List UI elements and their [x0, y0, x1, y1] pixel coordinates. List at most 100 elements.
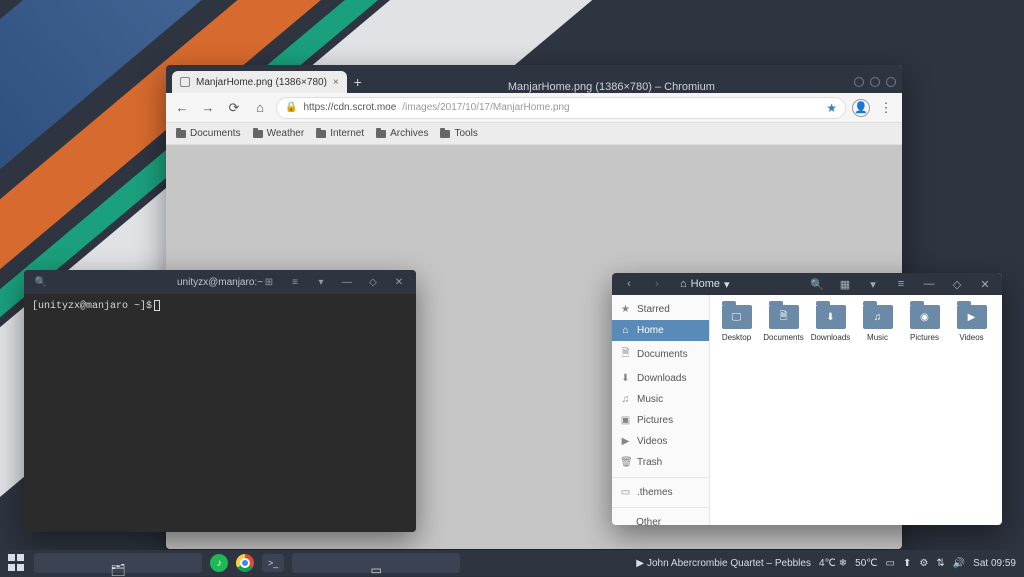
trash-icon: 🗑	[620, 457, 631, 468]
window-title: ManjarHome.png (1386×780) – Chromium	[369, 81, 854, 93]
folder-item[interactable]: ♫Music	[855, 305, 900, 342]
sidebar-separator	[612, 477, 709, 478]
close-button[interactable]: ✕	[388, 271, 410, 293]
task-terminal[interactable]: >_	[262, 554, 284, 572]
terminal-body[interactable]: [unityzx@manjaro ~]$	[24, 294, 416, 532]
tray-network-icon[interactable]: ⇅	[936, 558, 944, 569]
hamburger-icon[interactable]: ≡	[890, 273, 912, 295]
sidebar-item-trash[interactable]: 🗑Trash	[612, 452, 709, 473]
menu-icon[interactable]: ≡	[284, 271, 306, 293]
maximize-button[interactable]: ◇	[946, 273, 968, 295]
download-icon: ⬇	[620, 373, 631, 384]
back-button[interactable]: ‹	[618, 273, 640, 295]
close-button[interactable]: ✕	[974, 273, 996, 295]
folder-item[interactable]: ▶Videos	[949, 305, 994, 342]
search-icon[interactable]: 🔍	[806, 273, 828, 295]
folder-item[interactable]: 🗎Documents	[761, 305, 806, 342]
sidebar-item-starred[interactable]: ★Starred	[612, 299, 709, 320]
bookmark-folder[interactable]: Tools	[440, 128, 477, 139]
terminal-titlebar: 🔍 unityzx@manjaro:~ ⊞ ≡ ▾ — ◇ ✕	[24, 270, 416, 294]
file-grid[interactable]: 🖵Desktop 🗎Documents ⬇Downloads ♫Music ◉P…	[710, 295, 1002, 525]
terminal-window: 🔍 unityzx@manjaro:~ ⊞ ≡ ▾ — ◇ ✕ [unityzx…	[24, 270, 416, 532]
folder-icon	[376, 130, 386, 138]
minimize-button[interactable]	[854, 77, 864, 87]
sidebar-item-themes[interactable]: ▭.themes	[612, 482, 709, 503]
cpu-temp[interactable]: 50℃	[855, 558, 877, 569]
browser-toolbar: ← → ⟳ ⌂ 🔒 https://cdn.scrot.moe/images/2…	[166, 93, 902, 123]
play-icon: ▶	[636, 558, 644, 569]
plus-icon: +	[620, 523, 630, 526]
profile-button[interactable]: 👤	[852, 99, 870, 117]
menu-button[interactable]: ⋮	[876, 98, 896, 118]
location-label: Home	[691, 278, 720, 290]
close-tab-button[interactable]: ×	[333, 77, 339, 88]
new-tab-button[interactable]: +	[347, 71, 369, 93]
sidebar-item-music[interactable]: ♫Music	[612, 389, 709, 410]
taskbar-panel: 🗂 ♪ >_ ▭ ▶John Abercrombie Quartet – Peb…	[0, 550, 1024, 576]
task-file-manager[interactable]: 🗂	[34, 553, 202, 573]
home-button[interactable]: ⌂	[250, 98, 270, 118]
forward-button[interactable]: →	[198, 98, 218, 118]
sidebar-item-pictures[interactable]: ▣Pictures	[612, 410, 709, 431]
minimize-button[interactable]: —	[918, 273, 940, 295]
sidebar-item-home[interactable]: ⌂Home	[612, 320, 709, 341]
minimize-button[interactable]: —	[336, 271, 358, 293]
bookmark-folder[interactable]: Internet	[316, 128, 364, 139]
reload-button[interactable]: ⟳	[224, 98, 244, 118]
tray-layout-icon[interactable]: ▭	[886, 558, 895, 569]
folder-icon: ♫	[863, 305, 893, 329]
address-bar[interactable]: 🔒 https://cdn.scrot.moe/images/2017/10/1…	[276, 97, 846, 119]
bookmark-folder[interactable]: Documents	[176, 128, 241, 139]
close-button[interactable]	[886, 77, 896, 87]
folder-icon: ◉	[910, 305, 940, 329]
tray-settings-icon[interactable]: ⚙	[919, 558, 928, 569]
weather-widget[interactable]: 4℃❄	[819, 558, 847, 569]
maximize-button[interactable]: ◇	[362, 271, 384, 293]
music-icon: ♫	[620, 394, 631, 405]
back-button[interactable]: ←	[172, 98, 192, 118]
browser-tab[interactable]: ManjarHome.png (1386×780) ×	[172, 71, 347, 93]
folder-icon: ▭	[620, 487, 631, 498]
path-bar[interactable]: ⌂ Home ▾	[674, 276, 736, 293]
folder-icon: 🗎	[769, 305, 799, 329]
sidebar-item-documents[interactable]: 🗎Documents	[612, 341, 709, 368]
chevron-down-icon: ▾	[724, 278, 730, 291]
tray-updates-icon[interactable]: ⬆	[903, 558, 911, 569]
video-icon: ▶	[620, 436, 631, 447]
clock[interactable]: Sat 09:59	[973, 558, 1016, 569]
url-host: https://cdn.scrot.moe	[303, 102, 396, 113]
sidebar-separator	[612, 507, 709, 508]
task-chromium[interactable]	[236, 554, 254, 572]
folder-item[interactable]: ◉Pictures	[902, 305, 947, 342]
sidebar-item-videos[interactable]: ▶Videos	[612, 431, 709, 452]
bookmark-star-icon[interactable]: ★	[826, 101, 837, 115]
view-grid-icon[interactable]: ▦	[834, 273, 856, 295]
chevron-down-icon[interactable]: ▾	[310, 271, 332, 293]
window-controls	[854, 77, 896, 93]
app-launcher-button[interactable]	[8, 554, 26, 572]
bookmark-folder[interactable]: Weather	[253, 128, 305, 139]
folder-icon: ⬇	[816, 305, 846, 329]
folder-item[interactable]: ⬇Downloads	[808, 305, 853, 342]
task-generic[interactable]: ▭	[292, 553, 460, 573]
home-icon: ⌂	[680, 278, 687, 290]
folder-item[interactable]: 🖵Desktop	[714, 305, 759, 342]
sidebar-item-downloads[interactable]: ⬇Downloads	[612, 368, 709, 389]
file-manager-sidebar: ★Starred ⌂Home 🗎Documents ⬇Downloads ♫Mu…	[612, 295, 710, 525]
chevron-down-icon[interactable]: ▾	[862, 273, 884, 295]
folder-icon	[176, 130, 186, 138]
document-icon: 🗎	[620, 346, 631, 363]
tab-strip: ManjarHome.png (1386×780) × + ManjarHome…	[166, 65, 902, 93]
bookmarks-bar: Documents Weather Internet Archives Tool…	[166, 123, 902, 145]
tray-volume-icon[interactable]: 🔊	[953, 558, 965, 569]
bookmark-folder[interactable]: Archives	[376, 128, 428, 139]
task-spotify[interactable]: ♪	[210, 554, 228, 572]
pictures-icon: ▣	[620, 415, 631, 426]
maximize-button[interactable]	[870, 77, 880, 87]
forward-button[interactable]: ›	[646, 273, 668, 295]
folder-icon: ▶	[957, 305, 987, 329]
sidebar-item-other-locations[interactable]: +Other Locations	[612, 512, 709, 525]
now-playing[interactable]: ▶John Abercrombie Quartet – Pebbles	[636, 558, 811, 569]
new-tab-icon[interactable]: ⊞	[258, 271, 280, 293]
folder-icon	[253, 130, 263, 138]
